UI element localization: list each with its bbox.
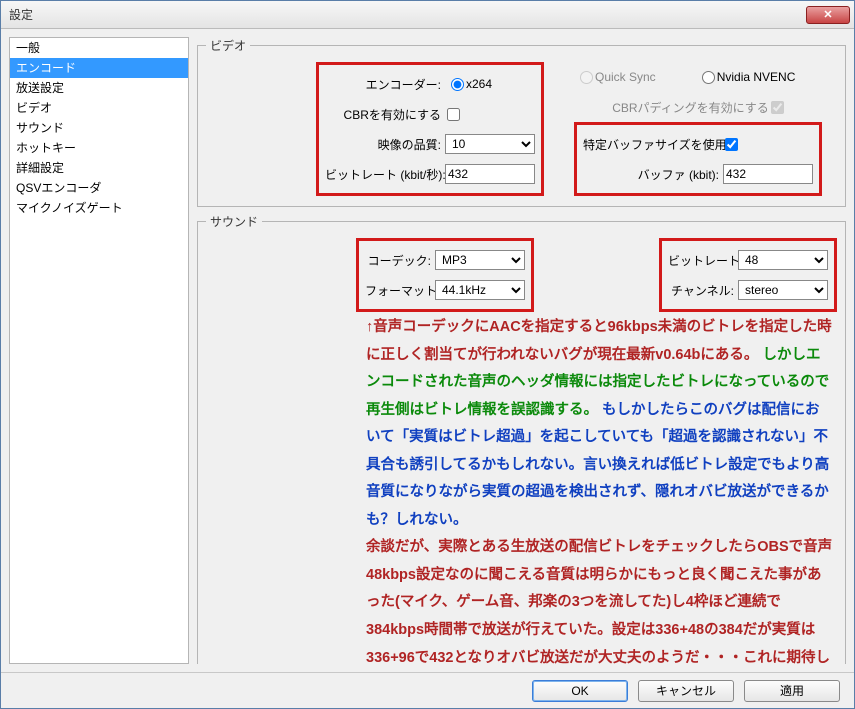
bitrate-input[interactable]: [445, 164, 535, 184]
codec-select[interactable]: MP3: [435, 250, 525, 270]
sidebar-item-video[interactable]: ビデオ: [10, 98, 188, 118]
quality-label: 映像の品質:: [325, 136, 445, 153]
video-right-box: 特定バッファサイズを使用 バッファ (kbit):: [574, 122, 822, 196]
note-line-3: もしかしたらこのバグは配信において「実質はビトレ超過」を起こしていても「超過を認…: [366, 402, 829, 528]
buffer-enable-checkbox[interactable]: [725, 138, 738, 151]
sidebar-item-sound[interactable]: サウンド: [10, 118, 188, 138]
note-line-4: 余談だが、実際とある生放送の配信ビトレをチェックしたらOBSで音声48kbps設…: [366, 539, 832, 664]
sidebar-item-hotkey[interactable]: ホットキー: [10, 138, 188, 158]
close-icon: ✕: [823, 8, 832, 21]
encoder-nvenc-label: Nvidia NVENC: [717, 70, 796, 84]
sidebar-item-label: 放送設定: [16, 81, 64, 95]
cbr-enable-checkbox[interactable]: [447, 108, 460, 121]
buffer-input[interactable]: [723, 164, 813, 184]
format-select[interactable]: 44.1kHz: [435, 280, 525, 300]
encoder-qsv-radio[interactable]: [580, 71, 593, 84]
window-title: 設定: [9, 6, 806, 23]
main: ビデオ エンコーダー: x264 CBRを有効にする 映像: [197, 37, 846, 664]
sidebar-item-noisegate[interactable]: マイクノイズゲート: [10, 198, 188, 218]
annotation-notes: ↑音声コーデックにAACを指定すると96kbps未満のビトレを指定した時に正しく…: [206, 312, 837, 664]
channel-label: チャンネル:: [668, 282, 738, 299]
footer: OK キャンセル 適用: [1, 672, 854, 708]
quality-select[interactable]: 10: [445, 134, 535, 154]
encoder-x264-radio[interactable]: [451, 78, 464, 91]
encoder-nvenc-radio[interactable]: [702, 71, 715, 84]
cbr-padding-label: CBRパディングを有効にする: [612, 99, 769, 116]
sidebar-item-label: 一般: [16, 41, 40, 55]
buffer-enable-label: 特定バッファサイズを使用: [583, 136, 723, 153]
close-button[interactable]: ✕: [806, 6, 850, 24]
apply-button[interactable]: 適用: [744, 680, 840, 702]
sidebar-item-qsv[interactable]: QSVエンコーダ: [10, 178, 188, 198]
cbr-enable-label: CBRを有効にする: [325, 106, 445, 123]
titlebar: 設定 ✕: [1, 1, 854, 29]
sidebar-item-label: 詳細設定: [16, 161, 64, 175]
sound-bitrate-label: ビットレート:: [668, 252, 738, 269]
bitrate-label: ビットレート (kbit/秒):: [325, 166, 445, 183]
sound-group: サウンド コーデック: MP3 フォーマット: 44.1kHz: [197, 213, 846, 664]
format-label: フォーマット:: [365, 282, 435, 299]
encoder-label: エンコーダー:: [325, 76, 445, 93]
encoder-qsv-label: Quick Sync: [595, 70, 656, 84]
sound-legend: サウンド: [206, 213, 262, 230]
sidebar-item-general[interactable]: 一般: [10, 38, 188, 58]
body: 一般 エンコード 放送設定 ビデオ サウンド ホットキー 詳細設定 QSVエンコ…: [1, 29, 854, 672]
sound-right-box: ビットレート: 48 チャンネル: stereo: [659, 238, 837, 312]
ok-button[interactable]: OK: [532, 680, 628, 702]
settings-window: 設定 ✕ 一般 エンコード 放送設定 ビデオ サウンド ホットキー 詳細設定 Q…: [0, 0, 855, 709]
sidebar: 一般 エンコード 放送設定 ビデオ サウンド ホットキー 詳細設定 QSVエンコ…: [9, 37, 189, 664]
sidebar-item-label: ビデオ: [16, 101, 52, 115]
codec-label: コーデック:: [365, 252, 435, 269]
video-group: ビデオ エンコーダー: x264 CBRを有効にする 映像: [197, 37, 846, 207]
video-left-box: エンコーダー: x264 CBRを有効にする 映像の品質: 10: [316, 62, 544, 196]
sidebar-item-label: QSVエンコーダ: [16, 181, 101, 195]
buffer-label: バッファ (kbit):: [583, 166, 723, 183]
video-right-col: Quick Sync Nvidia NVENC CBRパディングを有効にする 特…: [574, 62, 822, 196]
sidebar-item-label: マイクノイズゲート: [16, 201, 123, 215]
sidebar-item-label: ホットキー: [16, 141, 76, 155]
sidebar-item-broadcast[interactable]: 放送設定: [10, 78, 188, 98]
cancel-button[interactable]: キャンセル: [638, 680, 734, 702]
video-legend: ビデオ: [206, 37, 250, 54]
sound-bitrate-select[interactable]: 48: [738, 250, 828, 270]
sound-left-box: コーデック: MP3 フォーマット: 44.1kHz: [356, 238, 534, 312]
sidebar-item-label: エンコード: [16, 61, 76, 75]
cbr-padding-checkbox[interactable]: [771, 101, 784, 114]
sidebar-item-advanced[interactable]: 詳細設定: [10, 158, 188, 178]
encoder-x264-label: x264: [466, 77, 492, 91]
sidebar-item-encode[interactable]: エンコード: [10, 58, 188, 78]
channel-select[interactable]: stereo: [738, 280, 828, 300]
sidebar-item-label: サウンド: [16, 121, 64, 135]
